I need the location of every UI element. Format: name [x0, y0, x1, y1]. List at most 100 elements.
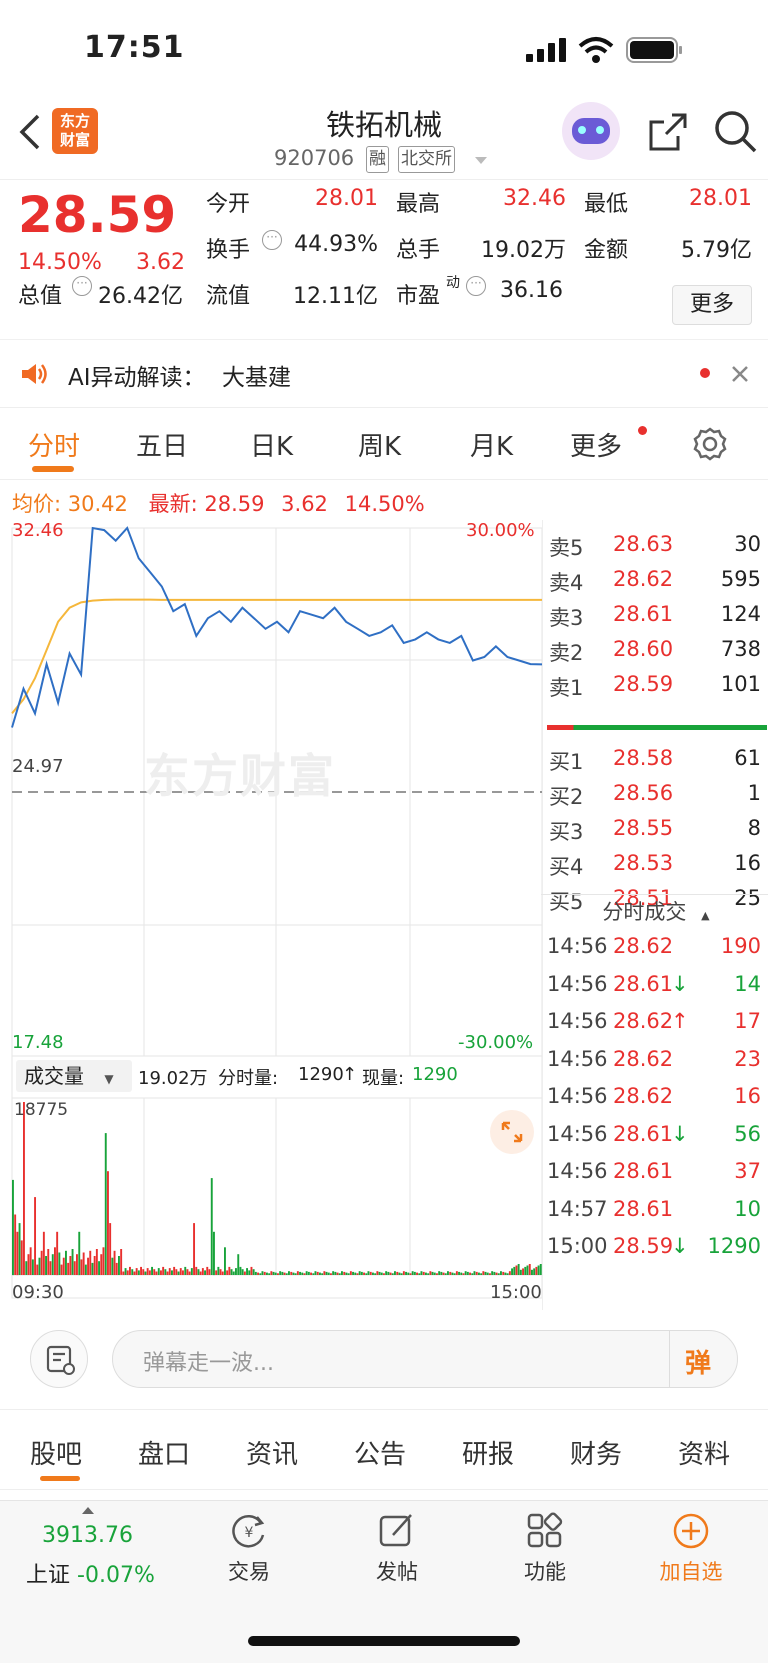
sell-row[interactable]: 卖5 28.63 30 [543, 532, 768, 562]
tab-forum[interactable]: 股吧 [30, 1434, 82, 1471]
tab-announcements[interactable]: 公告 [354, 1434, 406, 1471]
nav-post[interactable]: 发帖 [342, 1511, 452, 1586]
volume-bar [84, 1264, 87, 1275]
info-icon[interactable]: ··· [262, 230, 282, 250]
close-icon[interactable] [730, 364, 750, 384]
volume-bar [208, 1269, 211, 1275]
sell-row[interactable]: 卖4 28.62 595 [543, 567, 768, 597]
search-icon[interactable] [714, 110, 758, 154]
danmaku-send-button[interactable]: 弹 [685, 1343, 711, 1380]
volume-bar [254, 1271, 257, 1275]
volume-bar [478, 1272, 480, 1275]
mktcap-value: 26.42亿 [98, 284, 183, 309]
volume-bar [58, 1252, 61, 1275]
more-button[interactable]: 更多 [672, 285, 752, 325]
expand-icon[interactable] [490, 1110, 534, 1154]
tab-week-k[interactable]: 周K [358, 426, 401, 463]
ai-label: AI异动解读： [68, 365, 206, 391]
ai-robot-icon[interactable] [562, 102, 620, 160]
tab-profile[interactable]: 资料 [678, 1434, 730, 1471]
last-price: 28.59 [18, 186, 177, 244]
tick-price: 28.59 [613, 1234, 674, 1258]
volume-bar [217, 1266, 220, 1275]
dropdown-icon[interactable] [474, 156, 488, 166]
volume-bar [334, 1271, 337, 1275]
nav-add-watchlist[interactable]: 加自选 [636, 1511, 746, 1586]
volume-selector[interactable]: 成交量 ▼ [16, 1060, 132, 1092]
tab-finance[interactable]: 财务 [570, 1434, 622, 1471]
sell-price: 28.62 [613, 567, 674, 591]
buy-price: 28.56 [613, 781, 674, 805]
tick-arrow-icon: ↓ [671, 1121, 689, 1146]
volume-bar [93, 1256, 96, 1275]
share-icon[interactable] [648, 112, 688, 152]
caret-up-icon [82, 1507, 94, 1514]
price-line [11, 526, 543, 728]
tick-volume: 23 [734, 1046, 761, 1071]
volume-bar [451, 1272, 454, 1275]
index-name: 上证 [26, 1563, 71, 1588]
volume-bar [497, 1273, 500, 1275]
exchange-tag: 北交所 [398, 146, 455, 173]
buy-row[interactable]: 买1 28.58 61 [543, 746, 768, 776]
buy-row[interactable]: 买2 28.56 1 [543, 781, 768, 811]
sell-row[interactable]: 卖2 28.60 738 [543, 637, 768, 667]
volume-bar [215, 1270, 218, 1275]
tab-research[interactable]: 研报 [462, 1434, 514, 1471]
volume-bar [221, 1271, 224, 1275]
volume-bar [235, 1268, 237, 1275]
high-label: 最高 [396, 192, 441, 217]
tab-intraday[interactable]: 分时 [28, 426, 80, 463]
nav-function[interactable]: 功能 [490, 1511, 600, 1586]
sell-row[interactable]: 卖1 28.59 101 [543, 672, 768, 702]
volume-bar [535, 1266, 538, 1275]
tick-volume: 1290 [707, 1234, 761, 1258]
stock-code: 920706 [274, 146, 355, 170]
volume-bar [270, 1271, 273, 1275]
volume-bar [471, 1273, 474, 1275]
volume-bar [513, 1266, 516, 1275]
sell-row[interactable]: 卖3 28.61 124 [543, 602, 768, 632]
volume-bar [385, 1271, 388, 1275]
ai-anomaly-row[interactable]: AI异动解读： 大基建 [0, 340, 768, 408]
volume-bar [413, 1271, 416, 1275]
home-indicator [248, 1636, 520, 1646]
tab-day-k[interactable]: 日K [250, 426, 293, 463]
info-icon[interactable]: ··· [72, 276, 92, 296]
volume-bar [133, 1271, 136, 1275]
info-icon[interactable]: ··· [466, 276, 486, 296]
tab-news[interactable]: 资讯 [246, 1434, 298, 1471]
danmaku-list-icon[interactable] [30, 1330, 88, 1388]
ticks-header[interactable]: 分时成交 ▲ [543, 896, 768, 926]
nav-trade[interactable]: ¥ 交易 [194, 1511, 304, 1586]
intraday-chart[interactable]: 东方财富 32.46 30.00% 24.97 17.48 -30.00% 成交… [0, 520, 545, 1310]
tab-more[interactable]: 更多 [570, 426, 622, 463]
buy-row[interactable]: 买3 28.55 8 [543, 816, 768, 846]
content-tabs: 股吧 盘口 资讯 公告 研报 财务 资料 [0, 1410, 768, 1490]
volume-bar [182, 1270, 184, 1275]
tab-month-k[interactable]: 月K [470, 426, 513, 463]
tab-orderbook[interactable]: 盘口 [138, 1434, 190, 1471]
sell-volume: 30 [734, 532, 761, 556]
volume-bar [336, 1272, 339, 1275]
volume-bar [411, 1271, 414, 1275]
chevron-down-icon: ▼ [104, 1072, 114, 1086]
volume-bar [166, 1271, 169, 1275]
tab-five-day[interactable]: 五日 [136, 426, 188, 463]
volume-bar [241, 1269, 244, 1275]
volume-bar [14, 1214, 17, 1275]
danmaku-input[interactable]: 弹幕走一波... 弹 [112, 1330, 738, 1388]
buy-row[interactable]: 买4 28.53 16 [543, 851, 768, 881]
index-ticker[interactable]: 上证 -0.07% [26, 1557, 155, 1589]
index-value[interactable]: 3913.76 [42, 1523, 133, 1548]
volume-bar [47, 1249, 50, 1275]
volume-bar [179, 1268, 182, 1275]
volume-bar [210, 1178, 213, 1275]
volume-bar [438, 1271, 441, 1275]
amount-value: 5.79亿 [681, 238, 752, 263]
volume-bar [20, 1240, 23, 1275]
settings-icon[interactable] [692, 426, 728, 462]
bottom-price-label: 17.48 [12, 1032, 64, 1053]
volume-bar [164, 1269, 167, 1275]
volume-bar [504, 1272, 507, 1275]
